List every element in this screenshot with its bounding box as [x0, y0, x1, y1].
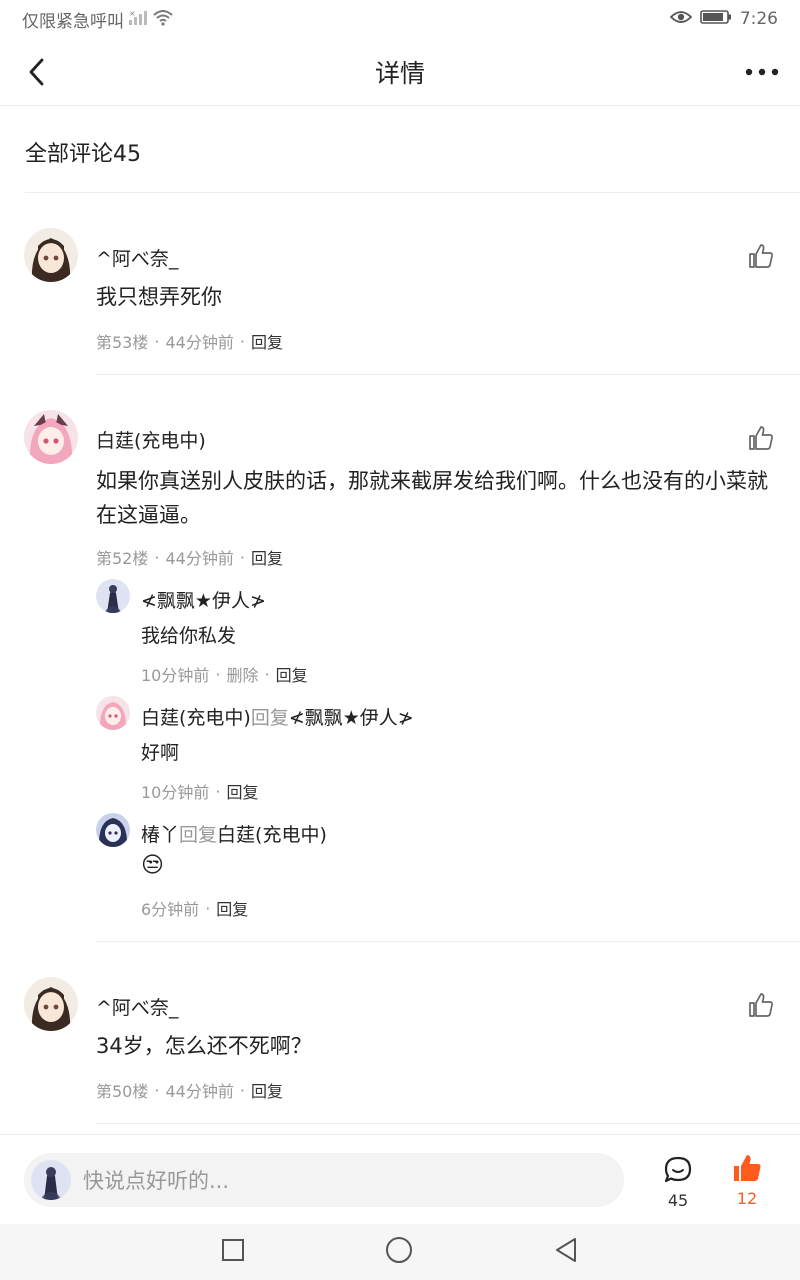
comment-time: 44分钟前	[165, 333, 234, 352]
reply-author-line: 白莛(充电中)回复≮飘飘★伊人≯	[141, 703, 414, 730]
avatar[interactable]	[96, 696, 130, 730]
reply-time: 10分钟前	[141, 783, 210, 802]
reply-link[interactable]: 回复	[216, 896, 248, 920]
comment-author[interactable]: 白莛(充电中)	[96, 426, 206, 453]
comment-meta: 第52楼 · 44分钟前 · 回复	[96, 545, 283, 569]
comment-bubble-icon	[664, 1156, 692, 1183]
reply-text: 好啊	[141, 742, 180, 764]
reply-time: 10分钟前	[141, 666, 210, 685]
reply-time: 6分钟前	[141, 900, 200, 919]
battery-icon	[700, 9, 732, 30]
reply-link[interactable]: 回复	[251, 545, 283, 569]
comment-time: 44分钟前	[165, 549, 234, 568]
thumbs-up-icon	[749, 244, 773, 268]
like-button[interactable]	[746, 241, 776, 271]
top-nav: 详情	[0, 38, 800, 106]
eye-icon	[669, 9, 693, 30]
more-dots-icon	[745, 68, 779, 76]
home-button[interactable]	[385, 1236, 413, 1268]
comment-time: 44分钟前	[165, 1082, 234, 1101]
reply-author[interactable]: ≮飘飘★伊人≯	[141, 586, 266, 613]
carrier-text: 仅限紧急呼叫	[22, 11, 124, 32]
comment-meta: 第53楼 · 44分钟前 · 回复	[96, 329, 283, 353]
divider	[96, 941, 800, 942]
avatar[interactable]	[96, 579, 130, 613]
floor-number: 第53楼	[96, 333, 149, 352]
avatar	[31, 1160, 71, 1200]
divider	[96, 374, 800, 375]
comment-text: 我只想弄死你	[96, 285, 222, 309]
clock-text: 7:26	[739, 9, 778, 29]
triangle-back-icon	[556, 1238, 576, 1262]
circle-icon	[386, 1237, 412, 1263]
svg-text:×: ×	[129, 9, 136, 18]
comment-author[interactable]: ^阿べ奈_	[96, 244, 178, 271]
reply-meta: 10分钟前 · 回复	[141, 779, 258, 803]
reply-word: 回复	[179, 824, 218, 846]
reply-meta: 10分钟前 · 删除 · 回复	[141, 662, 308, 686]
like-count: 12	[736, 1189, 758, 1208]
reply-emoji: 😒	[141, 853, 164, 878]
chevron-left-icon	[29, 58, 44, 86]
status-bar: 仅限紧急呼叫 × 7:26	[0, 0, 800, 38]
reply-link[interactable]: 回复	[251, 329, 283, 353]
reply-author[interactable]: 白莛(充电中)	[141, 707, 251, 729]
reply-link[interactable]: 回复	[251, 1078, 283, 1102]
system-nav-bar	[0, 1224, 800, 1280]
avatar[interactable]	[24, 977, 78, 1031]
comment-author[interactable]: ^阿べ奈_	[96, 993, 178, 1020]
like-count-button[interactable]: 12	[728, 1153, 766, 1208]
thumbs-up-filled-icon	[734, 1155, 761, 1181]
reply-target[interactable]: ≮飘飘★伊人≯	[289, 707, 414, 729]
comments-heading: 全部评论45	[25, 142, 141, 167]
avatar[interactable]	[24, 228, 78, 282]
reply-author-line: 椿丫回复白莛(充电中)	[141, 820, 327, 847]
floor-number: 第52楼	[96, 549, 149, 568]
reply-link[interactable]: 回复	[276, 662, 308, 686]
back-button[interactable]	[18, 54, 54, 90]
bottom-bar: 快说点好听的... 45 12	[0, 1134, 800, 1224]
comment-meta: 第50楼 · 44分钟前 · 回复	[96, 1078, 283, 1102]
like-button[interactable]	[746, 990, 776, 1020]
divider	[25, 192, 800, 193]
recent-apps-button[interactable]	[221, 1238, 245, 1266]
input-placeholder: 快说点好听的...	[83, 1169, 230, 1193]
signal-icon: ×	[128, 8, 148, 31]
comment-text: 34岁，怎么还不死啊？	[96, 1034, 312, 1058]
reply-text: 我给你私发	[141, 625, 237, 647]
page-title: 详情	[374, 58, 425, 88]
wifi-icon	[152, 8, 174, 31]
reply-word: 回复	[250, 707, 289, 729]
comment-input[interactable]: 快说点好听的...	[24, 1153, 624, 1207]
square-icon	[222, 1239, 244, 1261]
comment-text: 如果你真送别人皮肤的话，那就来截屏发给我们啊。什么也没有的小菜就在这逼逼。	[96, 469, 768, 527]
reply-link[interactable]: 回复	[226, 779, 258, 803]
thumbs-up-icon	[749, 993, 773, 1017]
floor-number: 第50楼	[96, 1082, 149, 1101]
like-button[interactable]	[746, 423, 776, 453]
thumbs-up-icon	[749, 426, 773, 450]
reply-target[interactable]: 白莛(充电中)	[217, 824, 327, 846]
divider	[96, 1123, 800, 1124]
comment-count: 45	[667, 1191, 689, 1210]
reply-meta: 6分钟前 · 回复	[141, 896, 248, 920]
avatar[interactable]	[24, 410, 78, 464]
avatar[interactable]	[96, 813, 130, 847]
more-button[interactable]	[742, 54, 782, 90]
delete-link[interactable]: 删除	[226, 662, 258, 686]
system-back-button[interactable]	[553, 1236, 579, 1268]
reply-author[interactable]: 椿丫	[141, 824, 179, 846]
comment-count-button[interactable]: 45	[660, 1155, 696, 1210]
